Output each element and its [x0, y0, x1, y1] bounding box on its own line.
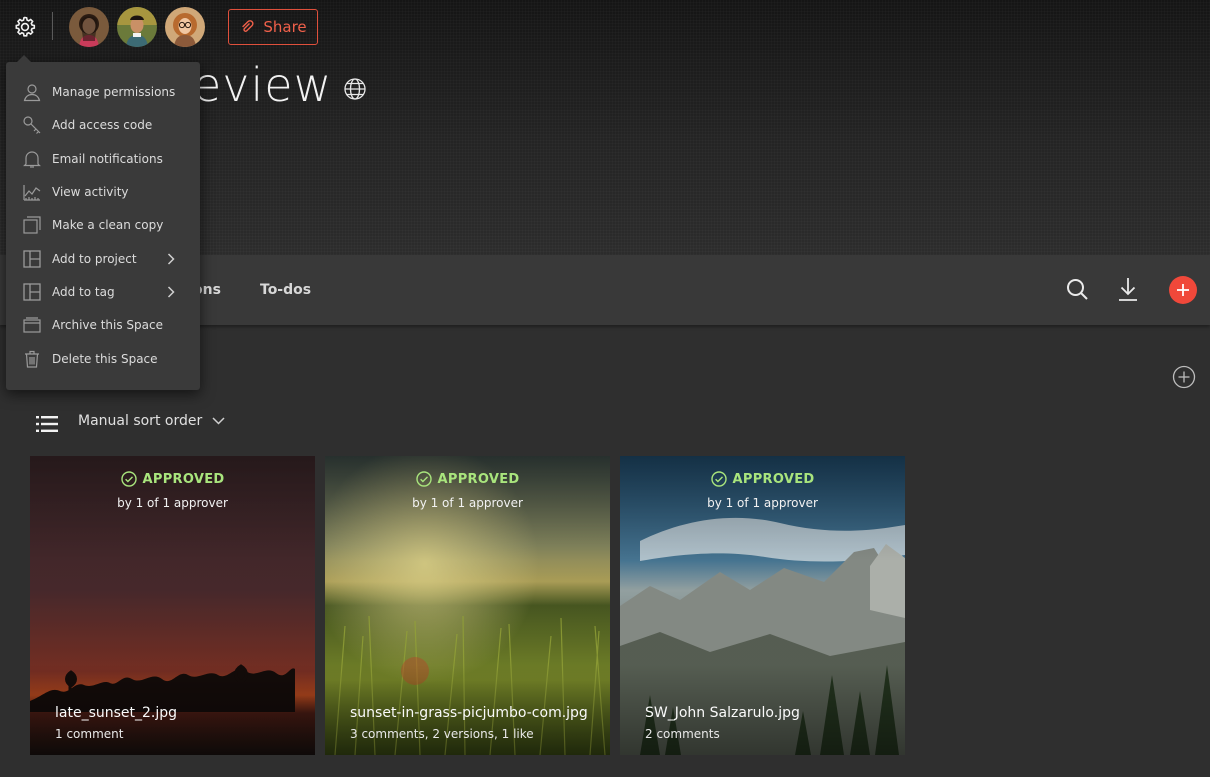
menu-item-label: Add to tag	[52, 285, 115, 299]
header-divider	[52, 12, 53, 40]
menu-item-archive-space[interactable]: Archive this Space	[6, 310, 200, 340]
approval-status: APPROVED	[620, 471, 905, 487]
approval-label: APPROVED	[732, 471, 815, 487]
avatar[interactable]	[117, 7, 157, 47]
plus-icon	[1177, 284, 1189, 296]
add-button[interactable]	[1169, 276, 1197, 304]
sort-order-select[interactable]: Manual sort order	[78, 413, 225, 429]
search-icon[interactable]	[1065, 277, 1089, 301]
approver-count: by 1 of 1 approver	[412, 496, 523, 510]
menu-item-label: Archive this Space	[52, 318, 163, 332]
space-title: eview	[193, 58, 333, 112]
menu-item-label: Email notifications	[52, 152, 163, 166]
menu-item-label: Add access code	[52, 118, 153, 132]
share-button[interactable]: Share	[228, 9, 318, 45]
check-circle-icon	[710, 471, 727, 487]
activity-chart-icon	[23, 185, 41, 201]
menu-item-label: View activity	[52, 185, 129, 199]
approval-status: APPROVED	[325, 471, 610, 487]
asset-card[interactable]: APPROVED by 1 of 1 approver SW_John Salz…	[620, 456, 905, 755]
menu-item-manage-permissions[interactable]: Manage permissions	[6, 77, 200, 107]
tab-todos[interactable]: To-dos	[260, 282, 311, 298]
asset-card[interactable]: APPROVED by 1 of 1 approver sunset-in-gr…	[325, 456, 610, 755]
menu-item-label: Manage permissions	[52, 85, 176, 99]
key-icon	[23, 116, 41, 134]
asset-filename: SW_John Salzarulo.jpg	[645, 705, 800, 721]
menu-item-add-to-tag[interactable]: Add to tag	[6, 277, 200, 307]
approval-label: APPROVED	[437, 471, 520, 487]
approval-label: APPROVED	[142, 471, 225, 487]
asset-meta: 1 comment	[55, 727, 124, 741]
paperclip-icon	[242, 20, 254, 32]
asset-filename: sunset-in-grass-picjumbo-com.jpg	[350, 705, 588, 721]
asset-filename: late_sunset_2.jpg	[55, 705, 178, 721]
menu-item-add-to-project[interactable]: Add to project	[6, 244, 200, 274]
download-icon[interactable]	[1116, 276, 1140, 302]
person-icon	[23, 84, 41, 102]
add-section-icon[interactable]	[1172, 365, 1196, 389]
list-view-icon[interactable]	[36, 415, 58, 433]
chevron-right-icon	[167, 253, 175, 265]
bell-icon	[23, 151, 41, 168]
avatar[interactable]	[165, 7, 205, 47]
menu-item-view-activity[interactable]: View activity	[6, 177, 200, 207]
copy-icon	[23, 216, 41, 234]
menu-item-label: Make a clean copy	[52, 218, 164, 232]
menu-item-delete-space[interactable]: Delete this Space	[6, 344, 200, 374]
chevron-down-icon	[212, 417, 225, 425]
approver-count: by 1 of 1 approver	[707, 496, 818, 510]
menu-item-label: Add to project	[52, 252, 137, 266]
settings-menu: Manage permissions Add access code Email…	[6, 55, 200, 390]
settings-gear-icon[interactable]	[12, 14, 38, 40]
menu-item-make-clean-copy[interactable]: Make a clean copy	[6, 210, 200, 240]
menu-item-add-access-code[interactable]: Add access code	[6, 110, 200, 140]
archive-icon	[23, 317, 41, 333]
layout-icon	[23, 283, 41, 301]
check-circle-icon	[415, 471, 432, 487]
share-label: Share	[263, 18, 307, 36]
globe-icon[interactable]	[343, 77, 367, 101]
chevron-right-icon	[167, 286, 175, 298]
approver-count: by 1 of 1 approver	[117, 496, 228, 510]
approval-status: APPROVED	[30, 471, 315, 487]
check-circle-icon	[120, 471, 137, 487]
menu-item-label: Delete this Space	[52, 352, 158, 366]
menu-item-email-notifications[interactable]: Email notifications	[6, 144, 200, 174]
avatar[interactable]	[69, 7, 109, 47]
trash-icon	[25, 350, 39, 368]
sort-order-label: Manual sort order	[78, 413, 203, 429]
asset-card[interactable]: APPROVED by 1 of 1 approver late_sunset_…	[30, 456, 315, 755]
layout-icon	[23, 250, 41, 268]
asset-meta: 3 comments, 2 versions, 1 like	[350, 727, 534, 741]
asset-meta: 2 comments	[645, 727, 720, 741]
